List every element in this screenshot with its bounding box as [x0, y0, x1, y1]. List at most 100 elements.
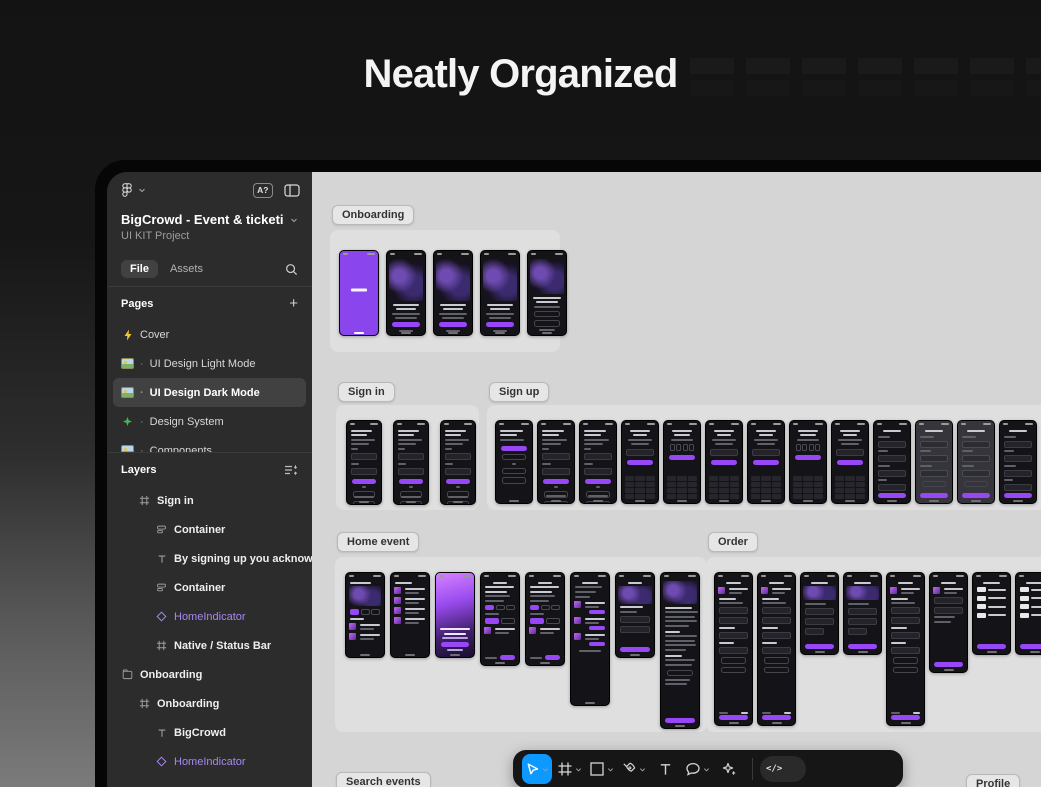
phone-thumbnail-form[interactable]: [440, 420, 476, 505]
phone-thumbnail-payment[interactable]: [843, 572, 882, 655]
phone-thumbnail-checkout[interactable]: [886, 572, 925, 726]
phone-thumbnail-splash[interactable]: [339, 250, 379, 336]
phone-thumbnail-order[interactable]: [615, 572, 655, 658]
section-label-onboarding[interactable]: Onboarding: [332, 205, 414, 225]
figma-logo-menu[interactable]: [121, 182, 133, 199]
actions-tool[interactable]: [714, 754, 744, 784]
pages-header: Pages: [121, 298, 153, 310]
phone-thumbnail-keypad[interactable]: [747, 420, 785, 504]
page-item-ui-design-light-mode[interactable]: ·UI Design Light Mode: [107, 349, 312, 378]
canvas[interactable]: </> Onboarding Sign in Sign up Home event Or…: [312, 172, 1041, 787]
toolbar-divider: [752, 758, 753, 780]
file-name[interactable]: BigCrowd - Event & ticketin...: [121, 212, 284, 227]
missing-fonts-badge[interactable]: A?: [253, 183, 273, 198]
instance-icon: [155, 611, 168, 622]
text-tool[interactable]: [650, 754, 680, 784]
phone-thumbnail-profile[interactable]: [873, 420, 911, 504]
phone-thumbnail-keypad2[interactable]: [789, 420, 827, 504]
layer-row-homeindicator[interactable]: HomeIndicator: [107, 602, 312, 631]
layer-label: Container: [174, 582, 225, 594]
section-label-search-events[interactable]: Search events: [336, 772, 431, 787]
chevron-down-icon[interactable]: [607, 766, 614, 773]
phone-thumbnail-onboard[interactable]: [433, 250, 473, 336]
phone-thumbnail-detail[interactable]: [480, 572, 520, 666]
phone-thumbnail-checkout[interactable]: [714, 572, 753, 726]
section-label-sign-in[interactable]: Sign in: [338, 382, 395, 402]
pen-tool[interactable]: [618, 754, 648, 784]
phone-thumbnail-onboard2[interactable]: [527, 250, 567, 336]
page-item-label: Components: [150, 445, 212, 453]
section-label-home-event[interactable]: Home event: [337, 532, 419, 552]
phone-thumbnail-payment[interactable]: [800, 572, 839, 655]
tab-file[interactable]: File: [121, 260, 158, 278]
phone-thumbnail-formcta[interactable]: [495, 420, 533, 504]
layers-sort-icon[interactable]: [284, 464, 298, 476]
phone-thumbnail-feed[interactable]: [390, 572, 430, 658]
section-home-event[interactable]: [335, 557, 707, 732]
page-item-design-system[interactable]: ·Design System: [107, 407, 312, 436]
phone-thumbnail-home[interactable]: [345, 572, 385, 658]
container-icon: [155, 582, 168, 593]
layer-row-container[interactable]: Container: [107, 515, 312, 544]
page-item-components[interactable]: ·Components: [107, 436, 312, 452]
layer-row-container[interactable]: Container: [107, 573, 312, 602]
phone-thumbnail-onboard[interactable]: [386, 250, 426, 336]
phone-thumbnail-summary[interactable]: [929, 572, 968, 673]
text-icon: [155, 728, 168, 738]
phone-thumbnail-keypad[interactable]: [705, 420, 743, 504]
phone-thumbnail-keypad[interactable]: [621, 420, 659, 504]
chevron-down-icon[interactable]: [575, 766, 582, 773]
chevron-down-icon[interactable]: [542, 766, 549, 773]
phone-thumbnail-form[interactable]: [393, 420, 429, 505]
text-tool-icon: [658, 762, 673, 777]
phone-thumbnail-keypad[interactable]: [831, 420, 869, 504]
phone-thumbnail-form[interactable]: [346, 420, 382, 505]
layer-row-by-signing-up-you-acknowled[interactable]: By signing up you acknowled: [107, 544, 312, 573]
frame-tool[interactable]: [554, 754, 584, 784]
shape-tool[interactable]: [586, 754, 616, 784]
comment-tool[interactable]: [682, 754, 712, 784]
phone-thumbnail-form[interactable]: [537, 420, 575, 504]
section-sign-up[interactable]: [487, 405, 1041, 510]
sparkle-icon: [721, 761, 737, 777]
move-tool[interactable]: [522, 754, 552, 784]
phone-thumbnail-longdetail[interactable]: [660, 572, 700, 729]
section-label-profile[interactable]: Profile: [966, 774, 1020, 787]
layer-row-sign-in[interactable]: Sign in: [107, 486, 312, 515]
section-label-order[interactable]: Order: [708, 532, 758, 552]
section-onboarding[interactable]: [330, 230, 560, 352]
layer-row-native-status-bar[interactable]: Native / Status Bar: [107, 631, 312, 660]
layer-row-onboarding[interactable]: Onboarding: [107, 660, 312, 689]
layer-row-bigcrowd[interactable]: BigCrowd: [107, 718, 312, 747]
phone-thumbnail-form[interactable]: [579, 420, 617, 504]
section-icon: [121, 669, 134, 680]
toggle-panel-icon[interactable]: [284, 184, 300, 197]
phone-thumbnail-whiterows[interactable]: [1015, 572, 1041, 655]
phone-thumbnail-gray[interactable]: [915, 420, 953, 504]
chevron-down-icon[interactable]: [703, 766, 710, 773]
phone-thumbnail-cover[interactable]: [435, 572, 475, 658]
phone-thumbnail-tickets[interactable]: [570, 572, 610, 706]
add-page-button[interactable]: +: [289, 295, 298, 312]
phone-thumbnail-profile[interactable]: [999, 420, 1037, 504]
page-item-ui-design-dark-mode[interactable]: ·UI Design Dark Mode: [113, 378, 306, 407]
section-sign-in[interactable]: [336, 405, 479, 510]
phone-thumbnail-checkout[interactable]: [757, 572, 796, 726]
cursor-icon: [525, 762, 540, 777]
phone-thumbnail-whiterows[interactable]: [972, 572, 1011, 655]
file-name-chevron-icon[interactable]: [290, 216, 298, 224]
phone-thumbnail-keypad2[interactable]: [663, 420, 701, 504]
section-label-sign-up[interactable]: Sign up: [489, 382, 549, 402]
phone-thumbnail-detail[interactable]: [525, 572, 565, 666]
chevron-down-icon[interactable]: [138, 186, 146, 194]
section-order[interactable]: [706, 557, 1041, 732]
search-icon[interactable]: [285, 263, 298, 276]
dev-mode-toggle[interactable]: </>: [760, 756, 806, 782]
phone-thumbnail-gray[interactable]: [957, 420, 995, 504]
tab-assets[interactable]: Assets: [170, 263, 203, 275]
phone-thumbnail-onboard[interactable]: [480, 250, 520, 336]
chevron-down-icon[interactable]: [639, 766, 646, 773]
layer-row-onboarding[interactable]: Onboarding: [107, 689, 312, 718]
page-item-cover[interactable]: Cover: [107, 320, 312, 349]
layer-row-homeindicator[interactable]: HomeIndicator: [107, 747, 312, 776]
